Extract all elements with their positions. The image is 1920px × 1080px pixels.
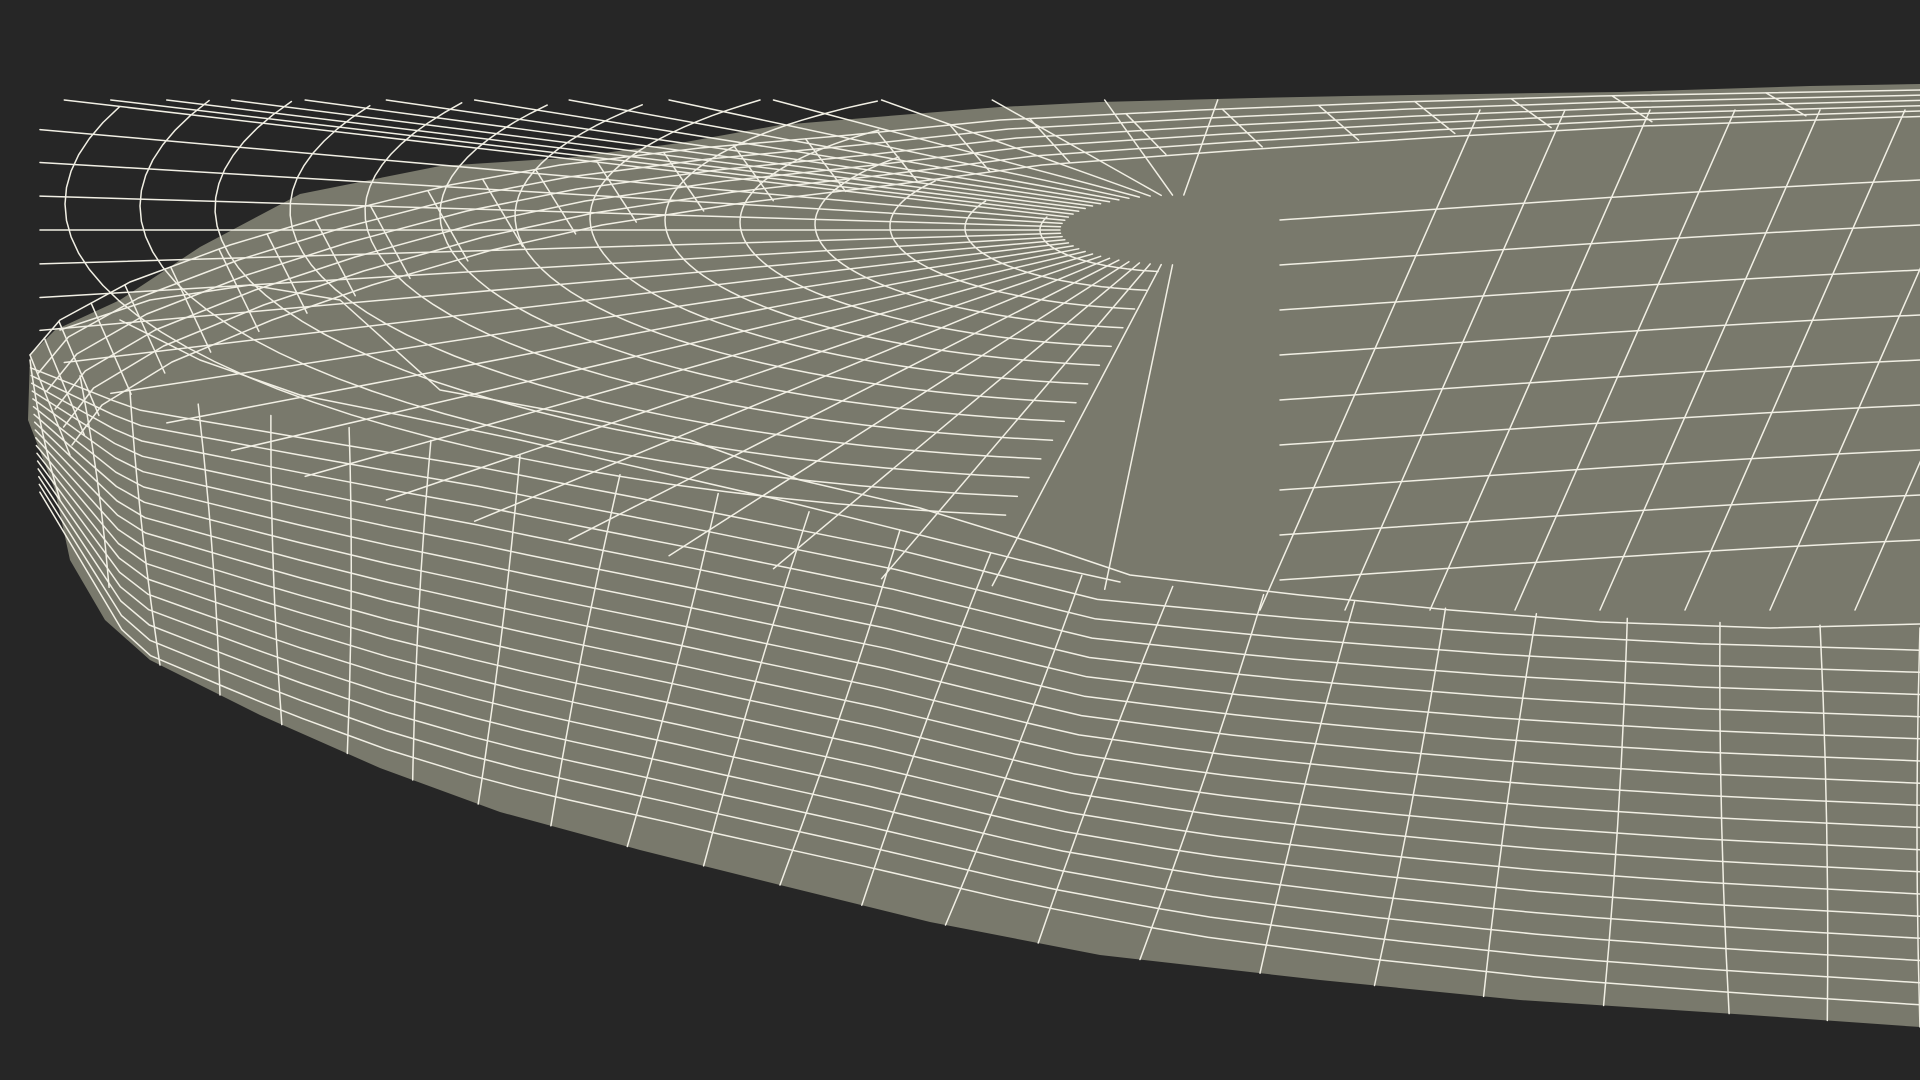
3d-viewport[interactable] — [0, 0, 1920, 1080]
wireframe-mesh-render — [0, 0, 1920, 1080]
